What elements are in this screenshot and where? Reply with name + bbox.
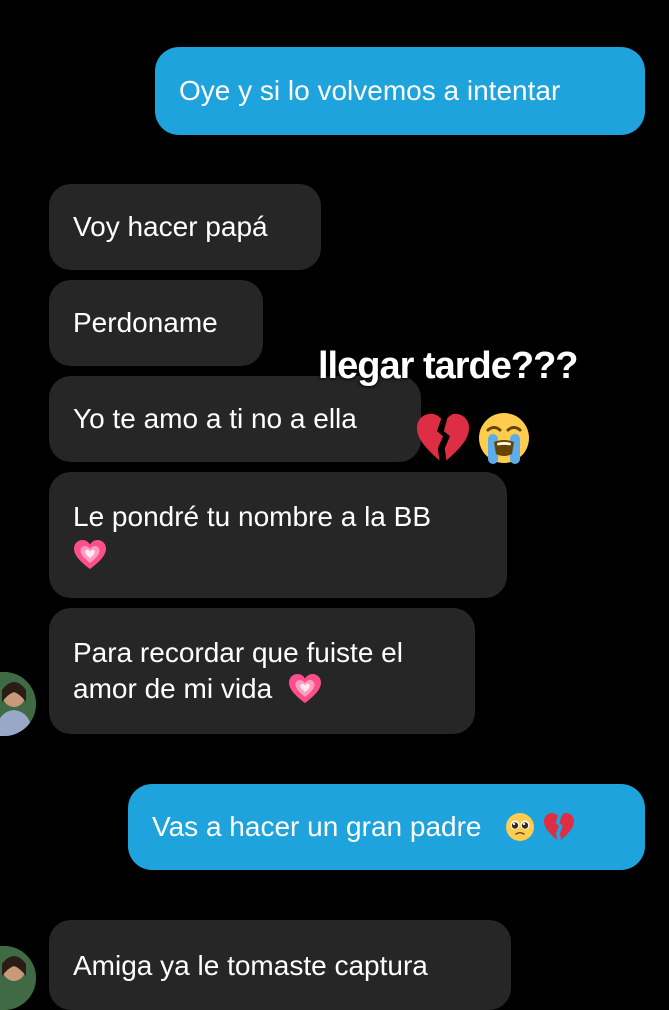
growing-heart-emoji <box>288 673 321 703</box>
message-bubble-received[interactable]: Para recordar que fuiste el amor de mi v… <box>49 608 475 734</box>
message-text-line: Para recordar que fuiste el <box>73 637 403 668</box>
avatar[interactable] <box>0 672 36 736</box>
pleading-face-emoji <box>506 812 535 841</box>
message-text: Amiga ya le tomaste captura <box>73 950 428 981</box>
message-text: Oye y si lo volvemos a intentar <box>179 75 561 106</box>
message-text: Le pondré tu nombre a la BB <box>73 501 432 532</box>
overlay-caption: llegar tarde??? <box>318 345 578 387</box>
loudly-crying-face-emoji <box>479 413 529 464</box>
message-text-line: amor de mi vida <box>73 673 273 704</box>
message-bubble-received[interactable]: Perdoname <box>49 280 263 366</box>
broken-heart-emoji <box>417 413 469 461</box>
message-bubble-received[interactable]: Yo te amo a ti no a ella <box>49 376 421 462</box>
avatar-image <box>0 946 36 1010</box>
message-text: Perdoname <box>73 307 218 338</box>
message-bubble-received[interactable]: Voy hacer papá <box>49 184 321 270</box>
avatar[interactable] <box>0 946 36 1010</box>
broken-heart-emoji <box>544 812 575 840</box>
avatar-image <box>0 672 36 736</box>
message-bubble-sent[interactable]: Oye y si lo volvemos a intentar <box>155 47 645 135</box>
message-bubble-sent[interactable]: Vas a hacer un gran padre <box>128 784 645 870</box>
message-text: Vas a hacer un gran padre <box>152 811 482 842</box>
message-text: Voy hacer papá <box>73 211 268 242</box>
message-bubble-received[interactable]: Le pondré tu nombre a la BB <box>49 472 507 598</box>
message-text: Yo te amo a ti no a ella <box>73 403 357 434</box>
message-bubble-received[interactable]: Amiga ya le tomaste captura <box>49 920 511 1010</box>
growing-heart-emoji <box>74 539 106 569</box>
